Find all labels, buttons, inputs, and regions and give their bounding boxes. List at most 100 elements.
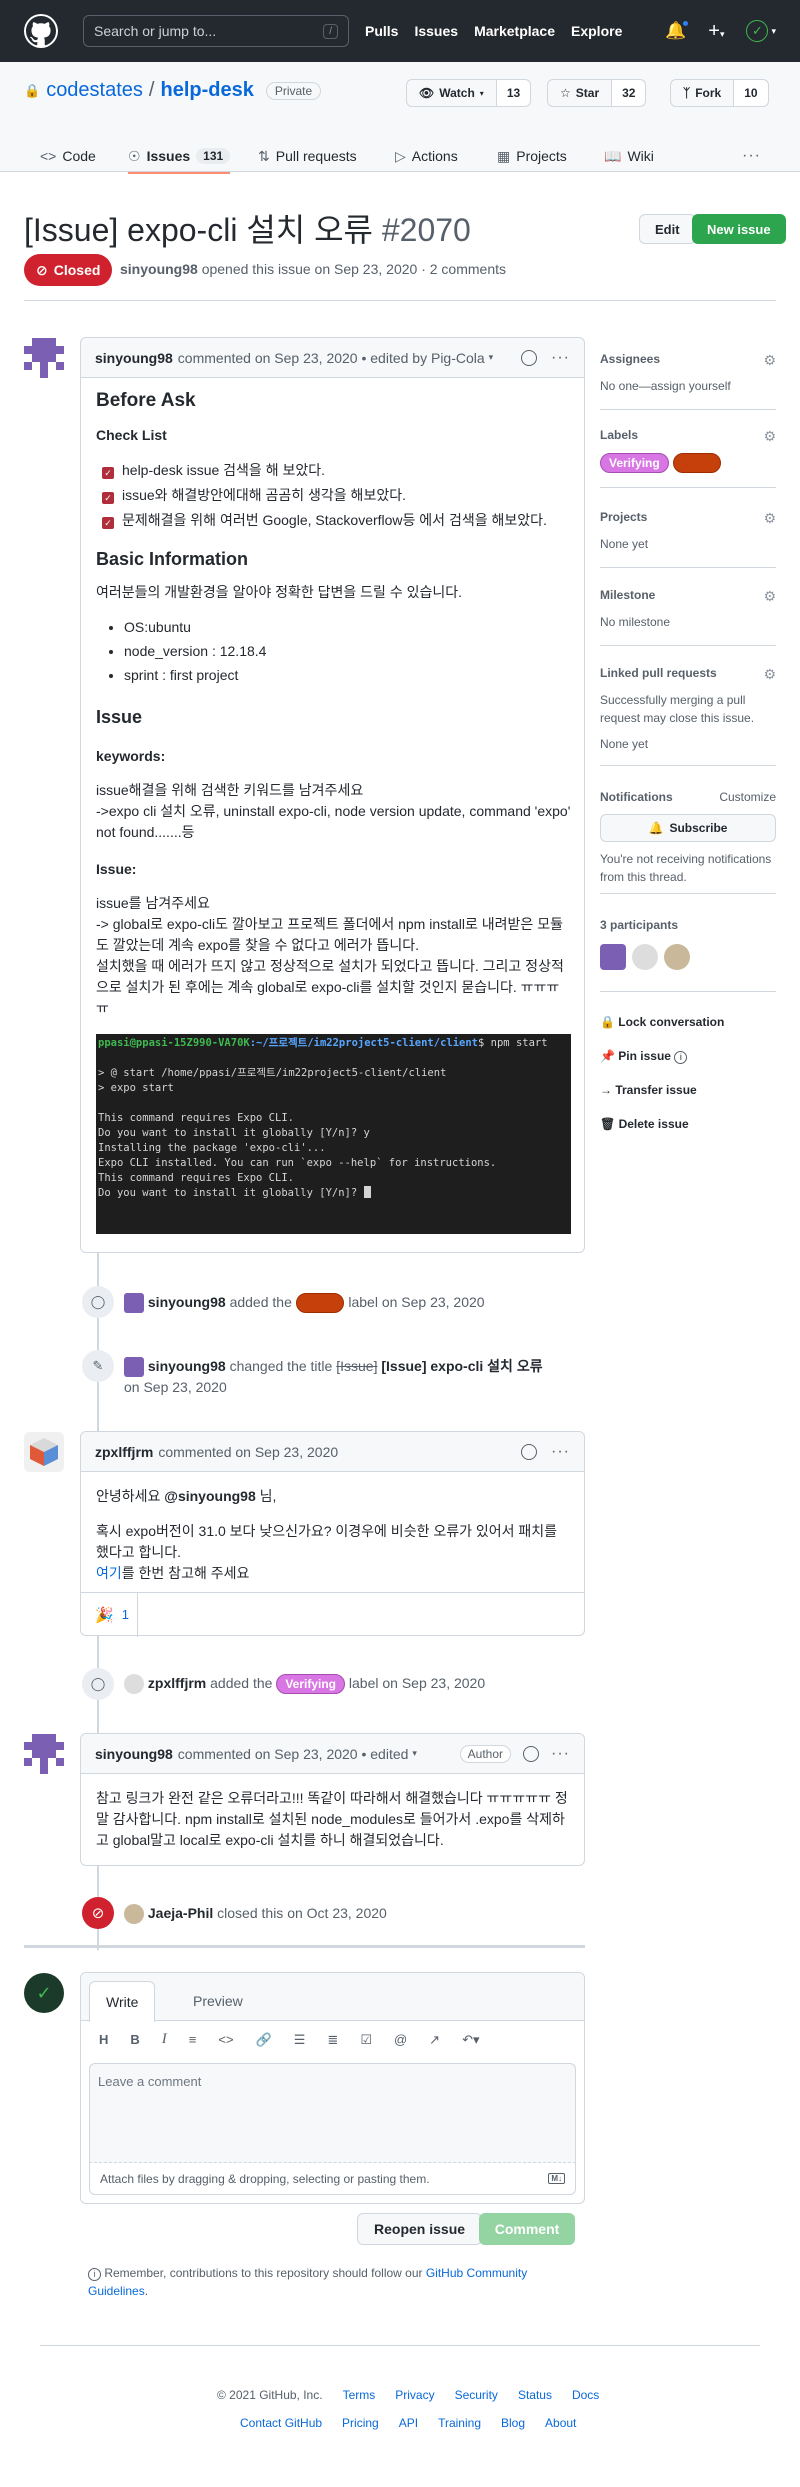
italic-icon[interactable]: I [162, 2031, 167, 2048]
comment-2-author[interactable]: zpxlffjrm [95, 1444, 153, 1460]
edit-button[interactable]: Edit [639, 214, 696, 244]
avatar-jaeja-phil-small[interactable] [124, 1904, 144, 1925]
fork-count[interactable]: 10 [733, 80, 768, 106]
gear-icon[interactable]: ⚙ [763, 588, 776, 605]
pin-issue-link[interactable]: 📌 Pin issue i [600, 1039, 776, 1073]
checkbox-checked-icon[interactable]: ✓ [102, 492, 114, 504]
new-issue-button[interactable]: New issue [692, 214, 786, 244]
gear-icon[interactable]: ⚙ [763, 510, 776, 527]
avatar-zpxlffjrm-small[interactable] [632, 944, 658, 970]
kebab-menu-icon[interactable]: ··· [551, 349, 570, 367]
repo-name-link[interactable]: help-desk [160, 79, 253, 102]
avatar-sinyoung98[interactable] [24, 338, 64, 378]
comment-textarea[interactable]: Leave a comment [89, 2063, 576, 2163]
footer-link[interactable]: Training [438, 2416, 481, 2430]
footer-link[interactable]: Pricing [342, 2416, 379, 2430]
label-verifying[interactable]: Verifying [600, 453, 669, 473]
footer-link[interactable]: Security [455, 2388, 498, 2402]
footer-link[interactable]: Terms [343, 2388, 376, 2402]
comment-1-meta[interactable]: commented on Sep 23, 2020 • edited by Pi… [178, 350, 485, 366]
tab-wiki[interactable]: 📖 Wiki [604, 140, 654, 172]
tab-projects[interactable]: ▦ Projects [497, 140, 567, 172]
github-logo-icon[interactable] [24, 14, 58, 48]
tab-issues[interactable]: ☉ Issues 131 [128, 140, 231, 174]
comment-button[interactable]: Comment [479, 2213, 575, 2245]
label-issue[interactable]: Issue [295, 1293, 345, 1313]
task-list-icon[interactable]: ☑ [360, 2032, 372, 2048]
footer-link[interactable]: Privacy [395, 2388, 434, 2402]
event-actor[interactable]: Jaeja-Phil [148, 1905, 213, 1921]
nav-marketplace[interactable]: Marketplace [474, 23, 555, 39]
tab-code[interactable]: <> Code [40, 140, 96, 172]
event-actor[interactable]: sinyoung98 [148, 1358, 226, 1374]
labels-title[interactable]: Labels [600, 428, 638, 445]
nav-pulls[interactable]: Pulls [365, 23, 398, 39]
label-verifying[interactable]: Verifying [276, 1674, 345, 1694]
issue-author-link[interactable]: sinyoung98 [120, 261, 198, 277]
footer-link[interactable]: Docs [572, 2388, 599, 2402]
bulleted-list-icon[interactable]: ☰ [294, 2032, 306, 2048]
nav-explore[interactable]: Explore [571, 23, 622, 39]
milestone-title[interactable]: Milestone [600, 588, 655, 605]
checklist-item[interactable]: ✓ issue와 해결방안에대해 곰곰히 생각을 해보았다. [96, 485, 571, 506]
event-actor[interactable]: zpxlffjrm [148, 1675, 206, 1691]
kebab-menu-icon[interactable]: ··· [551, 1443, 570, 1461]
bold-icon[interactable]: B [130, 2032, 139, 2047]
assignees-title[interactable]: Assignees [600, 352, 660, 369]
customize-link[interactable]: Customize [719, 790, 776, 804]
checkbox-checked-icon[interactable]: ✓ [102, 517, 114, 529]
reference-link[interactable]: 여기 [96, 1565, 122, 1581]
reopen-issue-button[interactable]: Reopen issue [357, 2213, 483, 2245]
numbered-list-icon[interactable]: ≣ [327, 2032, 338, 2048]
tab-pull-requests[interactable]: ⇅ Pull requests [258, 140, 357, 172]
gear-icon[interactable]: ⚙ [763, 352, 776, 369]
avatar-sinyoung98[interactable] [24, 1734, 64, 1774]
heading-icon[interactable]: H [99, 2032, 108, 2047]
footer-link[interactable]: About [545, 2416, 576, 2430]
checklist-item[interactable]: ✓ help-desk issue 검색을 해 보았다. [96, 460, 571, 481]
smiley-icon[interactable] [521, 349, 538, 366]
avatar-jaeja-phil-small[interactable] [664, 944, 690, 970]
subscribe-button[interactable]: 🔔 Subscribe [600, 814, 776, 842]
footer-link[interactable]: API [399, 2416, 418, 2430]
projects-title[interactable]: Projects [600, 510, 647, 527]
code-icon[interactable]: <> [218, 2032, 233, 2047]
tada-icon[interactable]: 🎉 [95, 1606, 114, 1624]
smiley-icon[interactable] [521, 1443, 538, 1460]
markdown-icon[interactable]: M↓ [548, 2173, 565, 2184]
star-count[interactable]: 32 [611, 80, 646, 106]
avatar-sinyoung98-small[interactable] [600, 944, 626, 970]
tab-preview[interactable]: Preview [177, 1981, 259, 2021]
watch-button[interactable]: 👁 Watch ▾ 13 [406, 79, 532, 107]
lock-conversation-link[interactable]: 🔒 Lock conversation [600, 1005, 776, 1039]
star-button[interactable]: ☆ Star 32 [547, 79, 647, 107]
gear-icon[interactable]: ⚙ [763, 666, 776, 683]
watch-count[interactable]: 13 [495, 80, 531, 106]
kebab-menu-icon[interactable]: ··· [551, 1745, 570, 1763]
checkbox-checked-icon[interactable]: ✓ [102, 467, 114, 479]
footer-link[interactable]: Blog [501, 2416, 525, 2430]
avatar-zpxlffjrm-small[interactable] [124, 1674, 144, 1695]
attach-files-bar[interactable]: Attach files by dragging & dropping, sel… [89, 2163, 576, 2195]
plus-icon[interactable]: +▾ [708, 20, 724, 43]
comment-1-author[interactable]: sinyoung98 [95, 350, 173, 366]
bell-icon[interactable]: 🔔 [665, 19, 691, 41]
comment-3-author[interactable]: sinyoung98 [95, 1746, 173, 1762]
assignees-value[interactable]: No one—assign yourself [600, 377, 776, 395]
comment-2-meta[interactable]: commented on Sep 23, 2020 [158, 1444, 338, 1460]
label-issue[interactable]: Issue [672, 453, 722, 473]
footer-link[interactable]: Status [518, 2388, 552, 2402]
nav-issues[interactable]: Issues [414, 23, 458, 39]
quote-icon[interactable]: ≡ [189, 2032, 197, 2047]
tab-actions[interactable]: ▷ Actions [395, 140, 458, 172]
comment-3-meta[interactable]: commented on Sep 23, 2020 • edited [178, 1746, 409, 1762]
gear-icon[interactable]: ⚙ [763, 428, 776, 445]
avatar-sinyoung98-small[interactable] [124, 1293, 144, 1314]
event-actor[interactable]: sinyoung98 [148, 1294, 226, 1310]
checklist-item[interactable]: ✓ 문제해결을 위해 여러번 Google, Stackoverflow등 에서 … [96, 510, 571, 531]
user-avatar[interactable]: ✓ ▾ [746, 20, 776, 42]
delete-issue-link[interactable]: 🗑 Delete issue [600, 1107, 776, 1141]
avatar-sinyoung98-small[interactable] [124, 1357, 144, 1378]
transfer-issue-link[interactable]: → Transfer issue [600, 1073, 776, 1107]
saved-replies-icon[interactable]: ↶▾ [462, 2032, 479, 2048]
